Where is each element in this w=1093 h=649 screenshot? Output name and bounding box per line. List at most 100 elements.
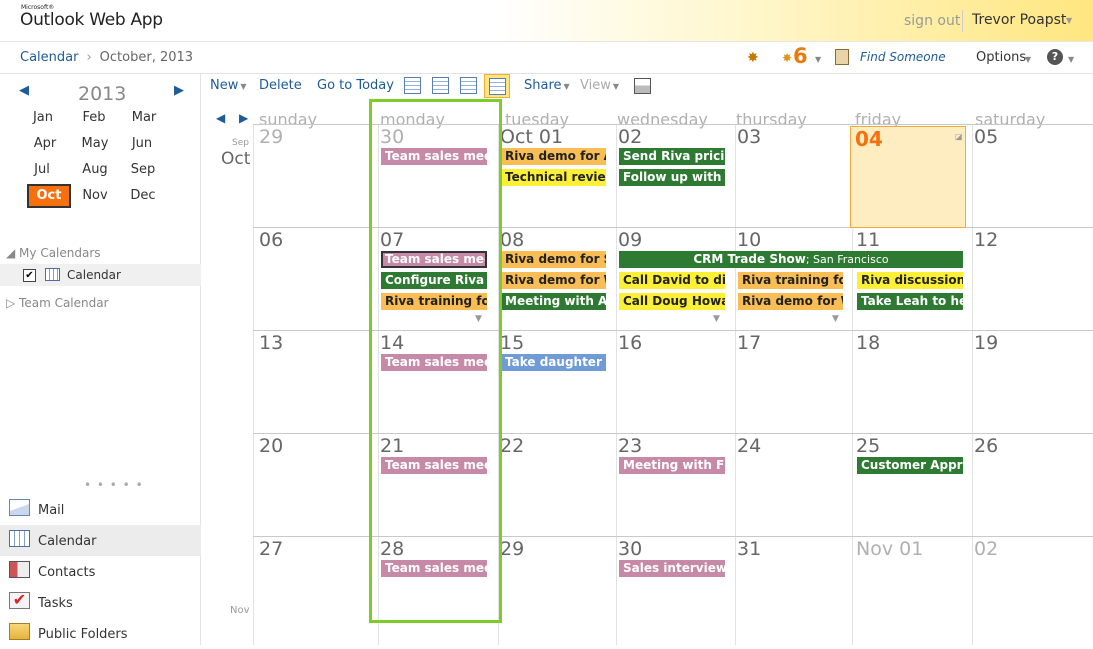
month-label-nov: Nov [230,605,250,616]
nav-calendar[interactable]: Calendar [0,525,201,556]
event-item[interactable]: Technical review [501,169,606,186]
new-button[interactable]: New ▼ [210,78,247,93]
folders-icon [9,623,30,640]
top-bar: Microsoft® Outlook Web App sign out Trev… [0,0,1093,42]
event-item[interactable]: Riva training for [738,272,843,289]
month-jan[interactable]: Jan [21,106,65,130]
day-number: 22 [500,435,525,457]
month-mar[interactable]: Mar [122,106,166,130]
find-someone-link[interactable]: Find Someone [860,50,946,64]
chevron-down-icon: ▼ [563,82,570,91]
breadcrumb-separator-icon: › [86,50,92,65]
event-item[interactable]: Take daughter t [501,354,606,371]
day-number: 25 [856,435,881,457]
options-menu[interactable]: Options [976,50,1026,65]
my-calendars-header[interactable]: ◢ My Calendars [6,246,101,260]
nav-mail[interactable]: Mail [0,494,201,525]
month-dec[interactable]: Dec [121,184,165,208]
go-to-today-button[interactable]: Go to Today [317,78,394,93]
calendar-label[interactable]: Calendar [67,268,121,282]
month-label-oct: Oct [221,149,251,169]
event-item[interactable]: Riva discussion w [857,272,963,289]
user-name[interactable]: Trevor Poapst [972,12,1066,28]
event-item[interactable]: Send Riva pricing [619,148,725,165]
month-sep[interactable]: Sep [121,158,165,182]
view-button[interactable]: View ▼ [580,78,619,93]
print-icon[interactable] [634,78,651,94]
event-item[interactable]: Meeting with Al [501,293,606,310]
sign-out-link[interactable]: sign out [904,13,960,29]
address-book-icon[interactable] [835,49,849,65]
prev-year-arrow-icon[interactable]: ◀ [19,83,29,98]
event-location-text: San Francisco [813,253,889,266]
day-number: 08 [500,229,525,251]
month-may[interactable]: May [73,132,117,156]
nav-mail-label: Mail [38,503,65,518]
help-icon[interactable]: ? [1047,49,1063,65]
event-item[interactable]: Riva demo for S [501,251,606,268]
reminder-icon[interactable]: ✸ [747,50,759,66]
month-feb[interactable]: Feb [72,106,116,130]
today-cell[interactable]: 04 ◪ [850,126,966,228]
chevron-down-icon: ▼ [612,82,620,91]
team-calendar-group[interactable]: ▷ Team Calendar [6,296,109,310]
resize-handle[interactable]: • • • • • [84,478,144,492]
day-number: 02 [618,126,643,148]
share-button[interactable]: Share ▼ [524,78,570,93]
chevron-down-icon[interactable]: ▼ [1025,55,1031,64]
nav-contacts-label: Contacts [38,565,96,580]
view-label: View [580,78,611,93]
month-jun[interactable]: Jun [120,132,164,156]
calendar-checkbox[interactable]: ✔ [23,269,36,282]
event-item[interactable]: Call David to dis [619,272,725,289]
next-year-arrow-icon[interactable]: ▶ [174,83,184,98]
day-view-icon[interactable] [404,77,421,94]
event-location: ; San Francisco [805,253,889,266]
day-number: 15 [500,332,525,354]
nav-public-folders[interactable]: Public Folders [0,618,201,649]
alert-count[interactable]: 6 [793,44,808,68]
day-number: 09 [618,229,643,251]
day-number: 11 [856,229,881,251]
breadcrumb-calendar[interactable]: Calendar [20,50,78,65]
nav-tasks[interactable]: ✔ Tasks [0,587,201,618]
day-number: 26 [974,435,999,457]
work-week-view-icon[interactable] [432,77,449,94]
day-number: Oct 01 [500,126,564,148]
day-number: 16 [618,332,643,354]
day-number: 17 [737,332,762,354]
month-aug[interactable]: Aug [73,158,117,182]
event-item[interactable]: Sales interview w [619,560,725,577]
more-events-icon[interactable]: ▼ [713,314,720,324]
share-label: Share [524,78,562,93]
event-item[interactable]: Riva demo for A [501,148,606,165]
day-number: 18 [856,332,881,354]
chevron-down-icon[interactable]: ▼ [815,55,821,64]
chevron-down-icon[interactable]: ▼ [1066,16,1072,25]
month-jul[interactable]: Jul [20,158,64,182]
chevron-down-icon[interactable]: ▼ [1068,55,1074,64]
alert-icon[interactable]: ✸ [782,51,792,65]
event-item-multiday[interactable]: CRM Trade Show; San Francisco [619,251,963,268]
event-item[interactable]: Call Doug Howa [619,293,725,310]
event-item[interactable]: Riva demo for W [738,293,843,310]
team-calendar-label: Team Calendar [19,296,109,310]
month-nov[interactable]: Nov [73,184,117,208]
nav-tasks-label: Tasks [38,596,73,611]
day-number: 19 [974,332,999,354]
month-view-button[interactable] [484,74,510,98]
nav-contacts[interactable]: Contacts [0,556,201,587]
next-month-arrow-icon[interactable]: ▶ [239,111,248,125]
prev-month-arrow-icon[interactable]: ◀ [216,111,225,125]
month-apr[interactable]: Apr [23,132,67,156]
more-events-icon[interactable]: ▼ [832,314,839,324]
event-item[interactable]: Riva demo for W [501,272,606,289]
event-item[interactable]: Follow up with C [619,169,725,186]
event-item[interactable]: Meeting with Fi [619,457,725,474]
week-view-icon[interactable] [460,77,477,94]
event-item[interactable]: Customer Appr [857,457,963,474]
expand-icon[interactable]: ◪ [955,132,963,141]
month-oct-selected[interactable]: Oct [27,184,71,208]
event-item[interactable]: Take Leah to her [857,293,963,310]
delete-button[interactable]: Delete [259,78,302,93]
